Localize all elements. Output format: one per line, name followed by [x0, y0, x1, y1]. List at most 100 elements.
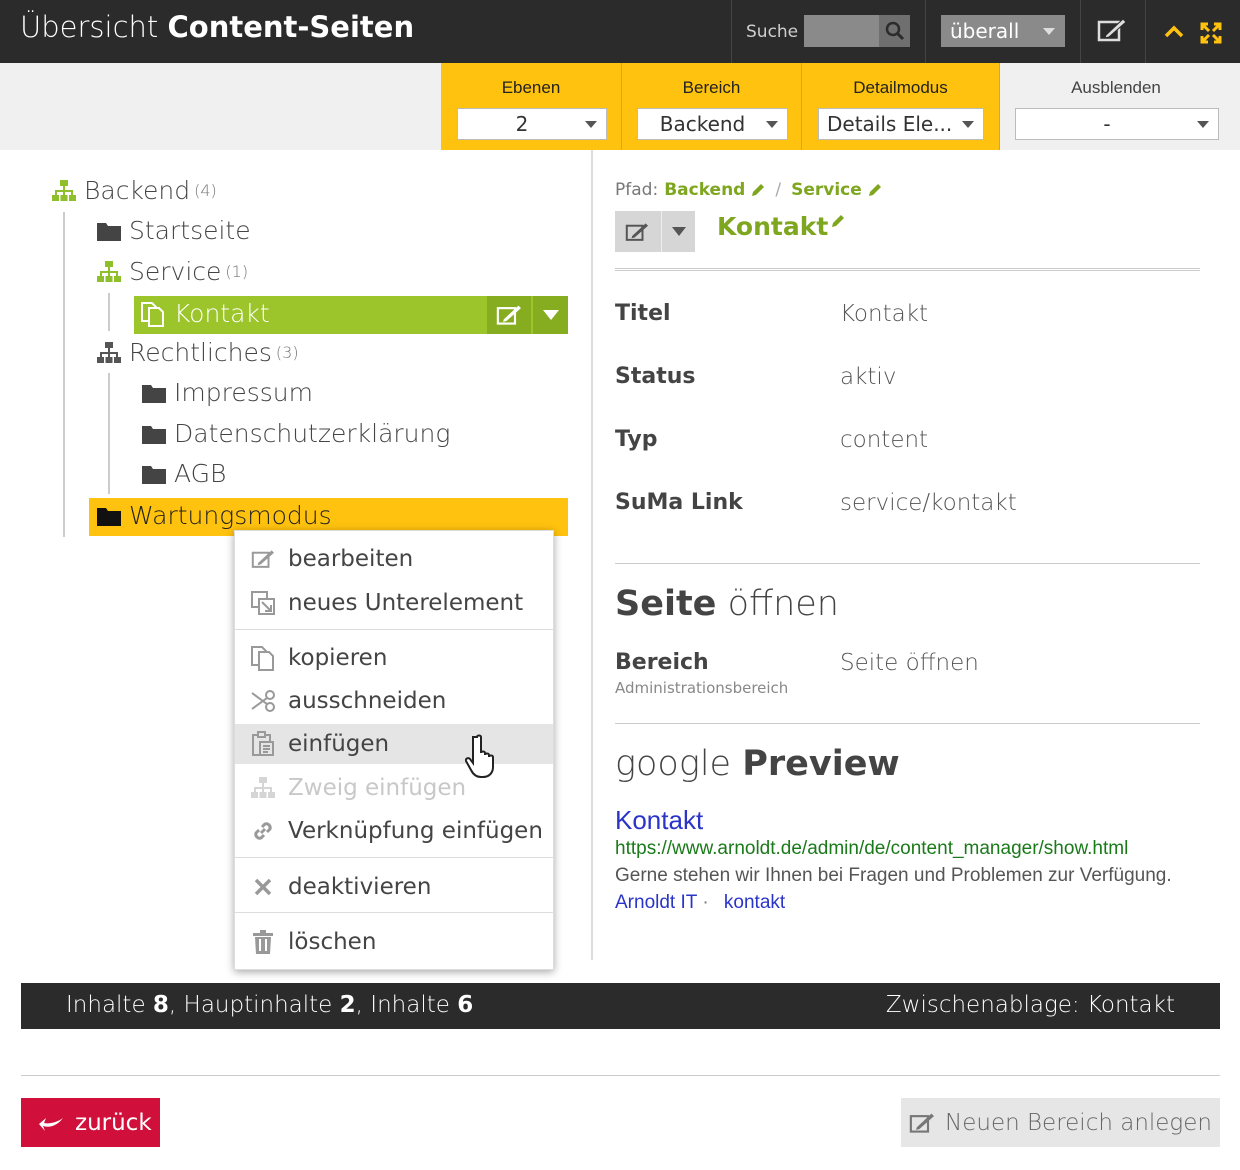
tree-node-content: Wartungsmodus: [97, 501, 332, 530]
menu-item-bearbeiten[interactable]: bearbeiten: [235, 539, 553, 579]
tree-node-datenschutz[interactable]: Datenschutzerklärung: [142, 419, 450, 448]
divider: [21, 1075, 1220, 1076]
tree-node-label: Backend: [84, 176, 191, 205]
menu-divider: [235, 857, 553, 858]
node-menu-toggle[interactable]: [533, 296, 568, 334]
prop-key-typ: Typ: [615, 427, 658, 452]
detail-edit-button[interactable]: [615, 211, 659, 252]
tree-node-backend[interactable]: Backend (4): [52, 176, 217, 205]
search-button[interactable]: [879, 15, 910, 47]
edit-icon: [1097, 18, 1127, 42]
collapse-button[interactable]: [1164, 24, 1184, 38]
tree-node-agb[interactable]: AGB: [142, 459, 226, 488]
detail-title: Kontakt: [717, 212, 845, 241]
caret-down-icon: [671, 227, 686, 236]
prop-key-bereich: Bereich: [615, 650, 709, 675]
page-title: Übersicht Content-Seiten: [20, 10, 414, 44]
menu-item-label: löschen: [288, 929, 377, 955]
select-value: -: [1103, 112, 1111, 136]
tree-node-kontakt[interactable]: Kontakt: [134, 296, 568, 334]
bereich-select[interactable]: Backend: [637, 108, 788, 140]
menu-divider: [235, 629, 553, 630]
status-label: Inhalte: [370, 992, 450, 1018]
fullscreen-button[interactable]: [1200, 22, 1222, 44]
tree-node-count: (3): [275, 343, 299, 362]
menu-item-einfuegen[interactable]: einfügen: [235, 724, 553, 764]
new-area-button-label: Neuen Bereich anlegen: [945, 1109, 1212, 1136]
page-icon: [140, 301, 166, 327]
sitemap-icon: [249, 777, 277, 799]
filter-label: Ausblenden: [1071, 78, 1161, 97]
back-button[interactable]: zurück: [21, 1098, 160, 1147]
status-label: Inhalte: [66, 992, 146, 1018]
scope-select[interactable]: überall: [941, 15, 1065, 47]
tree-node-label: Rechtliches: [129, 338, 272, 367]
breadcrumb-link-backend[interactable]: Backend: [664, 180, 745, 200]
menu-item-label: bearbeiten: [288, 546, 414, 572]
preview-description: Gerne stehen wir Ihnen bei Fragen und Pr…: [615, 865, 1172, 886]
folder-icon: [97, 221, 121, 241]
tree-node-label: Kontakt: [174, 299, 270, 328]
heading-bold: Preview: [742, 744, 900, 784]
menu-item-neues-unterelement[interactable]: neues Unterelement: [235, 583, 553, 623]
breadcrumb-label: Pfad:: [615, 180, 659, 200]
chevron-down-icon: [585, 121, 597, 128]
detailmodus-select[interactable]: Details Ele...: [818, 108, 984, 140]
ebenen-select[interactable]: 2: [457, 108, 607, 140]
tree-node-rechtliches[interactable]: Rechtliches (3): [97, 338, 299, 367]
edit-icon: [625, 222, 648, 241]
tree-node-content: Kontakt: [140, 299, 270, 328]
tree-node-service[interactable]: Service (1): [97, 257, 248, 286]
tree-node-label: Service: [129, 257, 222, 286]
edit-mode-button[interactable]: [1097, 16, 1127, 44]
sitemap-icon: [52, 179, 76, 202]
pencil-icon[interactable]: [868, 183, 882, 197]
heading-light: google: [615, 744, 732, 784]
prop-value-typ: content: [840, 427, 929, 453]
paste-icon: [249, 731, 277, 757]
node-edit-button[interactable]: [487, 296, 531, 334]
add-child-icon: [249, 590, 277, 616]
tree-node-count: (4): [194, 181, 217, 200]
open-page-link[interactable]: Seite öffnen: [840, 650, 979, 676]
preview-link[interactable]: Arnoldt IT: [615, 892, 697, 913]
tree-line: [63, 212, 65, 537]
preview-title[interactable]: Kontakt: [615, 805, 703, 836]
folder-icon: [97, 506, 121, 526]
search-icon: [885, 21, 904, 41]
new-area-button[interactable]: Neuen Bereich anlegen: [901, 1098, 1220, 1147]
status-value: 8: [152, 992, 169, 1018]
menu-item-ausschneiden[interactable]: ausschneiden: [235, 681, 553, 721]
sitemap-icon: [97, 260, 121, 283]
menu-item-loeschen[interactable]: löschen: [235, 922, 553, 962]
select-value: Backend: [659, 112, 746, 136]
edit-icon: [909, 1113, 935, 1133]
prop-value-titel: Kontakt: [840, 301, 929, 327]
tree-node-impressum[interactable]: Impressum: [142, 378, 313, 407]
detail-panel: Pfad: Backend / Service Kontakt Titel Ko…: [591, 150, 1240, 960]
copy-icon: [249, 645, 277, 671]
detail-menu-toggle[interactable]: [661, 211, 695, 252]
menu-item-deaktivieren[interactable]: deaktivieren: [235, 867, 553, 907]
chevron-down-icon: [766, 121, 778, 128]
heading-light: öffnen: [727, 584, 839, 624]
breadcrumb: Pfad: Backend / Service: [615, 180, 882, 200]
google-preview-heading: google Preview: [615, 744, 900, 784]
menu-item-verknuepfung-einfuegen[interactable]: Verknüpfung einfügen: [235, 811, 553, 851]
filter-label: Bereich: [682, 78, 741, 97]
menu-item-zweig-einfuegen[interactable]: Zweig einfügen: [235, 768, 553, 808]
search-input[interactable]: [804, 15, 880, 47]
ausblenden-select[interactable]: -: [1015, 108, 1219, 140]
pencil-icon[interactable]: [831, 214, 845, 228]
status-counts: Inhalte 8, Hauptinhalte 2, Inhalte 6: [66, 992, 474, 1018]
tree-node-startseite[interactable]: Startseite: [97, 216, 251, 245]
preview-link[interactable]: kontakt: [724, 892, 785, 913]
toolbar-divider: [925, 0, 926, 63]
menu-item-label: Verknüpfung einfügen: [288, 818, 543, 844]
menu-item-kopieren[interactable]: kopieren: [235, 638, 553, 678]
breadcrumb-link-service[interactable]: Service: [791, 180, 862, 200]
scope-value: überall: [950, 19, 1020, 43]
pencil-icon[interactable]: [751, 183, 765, 197]
title-light: Übersicht: [20, 10, 159, 44]
prop-key-suma-link: SuMa Link: [615, 490, 743, 515]
